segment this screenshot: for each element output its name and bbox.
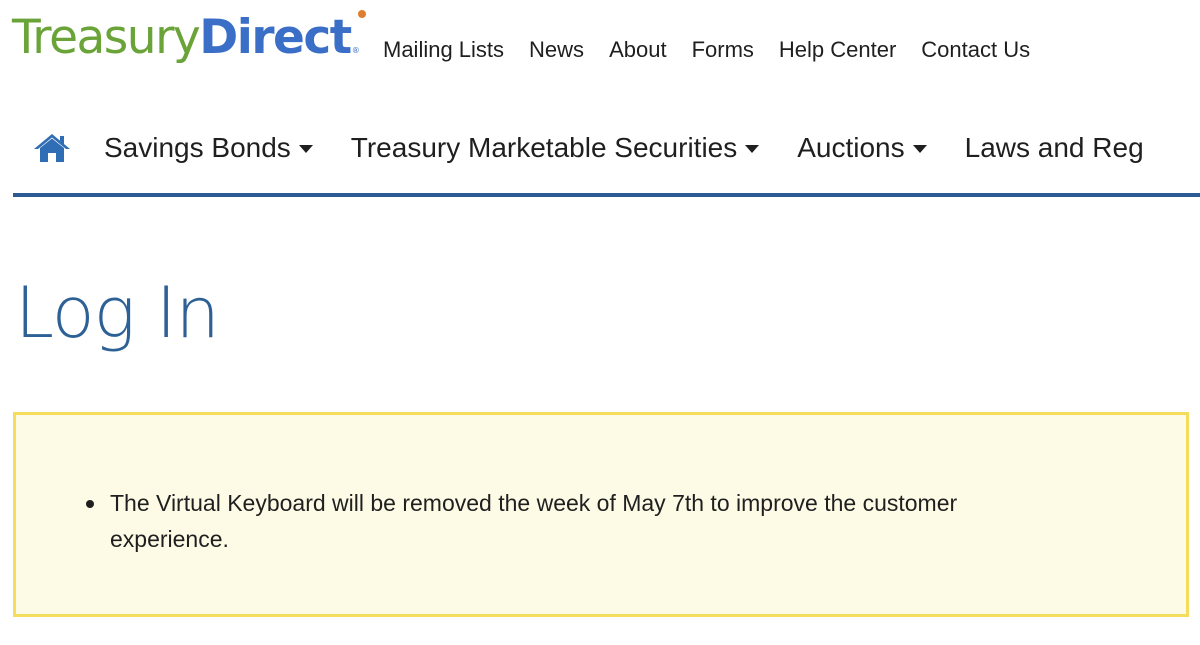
utility-nav: Mailing Lists News About Forms Help Cent… xyxy=(383,37,1030,63)
notice-item-text: The Virtual Keyboard will be removed the… xyxy=(110,490,958,552)
caret-down-icon xyxy=(298,145,313,153)
utility-link-news[interactable]: News xyxy=(529,37,584,63)
home-link[interactable] xyxy=(32,131,72,165)
bullet-icon xyxy=(86,500,94,508)
utility-link-mailing-lists[interactable]: Mailing Lists xyxy=(383,37,504,63)
nav-savings-bonds[interactable]: Savings Bonds xyxy=(104,132,313,164)
utility-link-about[interactable]: About xyxy=(609,37,667,63)
nav-divider xyxy=(13,193,1200,197)
nav-auctions[interactable]: Auctions xyxy=(797,132,927,164)
home-icon xyxy=(34,134,70,162)
nav-treasury-marketable-securities[interactable]: Treasury Marketable Securities xyxy=(350,132,760,164)
treasurydirect-logo[interactable]: TreasuryDirect ® xyxy=(12,10,367,61)
utility-link-forms[interactable]: Forms xyxy=(692,37,754,63)
nav-savings-bonds-label: Savings Bonds xyxy=(104,132,291,163)
main-nav: Savings Bonds Treasury Marketable Securi… xyxy=(13,118,1200,178)
utility-link-help-center[interactable]: Help Center xyxy=(779,37,896,63)
nav-laws-and-regulations-label: Laws and Reg xyxy=(964,132,1144,163)
logo-treasury-text: Treasury xyxy=(12,10,201,65)
nav-laws-and-regulations[interactable]: Laws and Reg xyxy=(965,132,1144,164)
nav-treasury-marketable-securities-label: Treasury Marketable Securities xyxy=(350,132,738,163)
logo-direct-label: Direct xyxy=(199,10,352,65)
notice-list: The Virtual Keyboard will be removed the… xyxy=(86,485,1046,557)
page: TreasuryDirect ® Mailing Lists News About… xyxy=(0,0,1200,645)
nav-auctions-label: Auctions xyxy=(797,132,905,163)
utility-link-contact-us[interactable]: Contact Us xyxy=(921,37,1030,63)
caret-down-icon xyxy=(912,145,927,153)
notice-item: The Virtual Keyboard will be removed the… xyxy=(86,485,1046,557)
caret-down-icon xyxy=(745,145,760,153)
notice-box: The Virtual Keyboard will be removed the… xyxy=(13,412,1189,617)
logo-dot-icon xyxy=(358,10,367,18)
logo-direct-text: Direct xyxy=(199,10,367,65)
page-title: Log In xyxy=(15,272,220,354)
logo-registered-mark: ® xyxy=(351,46,360,55)
